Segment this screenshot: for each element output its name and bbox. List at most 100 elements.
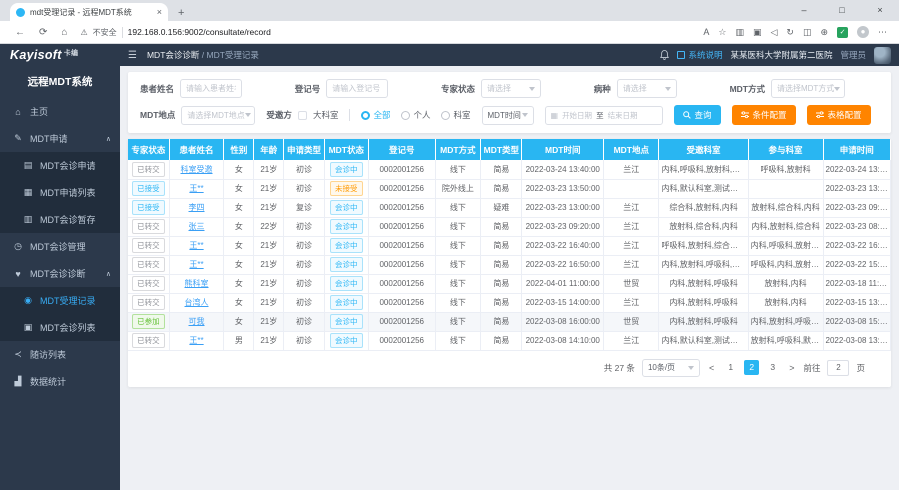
sidebar-item-MDT会诊申请[interactable]: ▤MDT会诊申请 [0, 152, 120, 179]
home-icon[interactable]: ⌂ [61, 27, 67, 38]
cast-icon[interactable]: ▣ [753, 27, 762, 38]
search-button[interactable]: 查询 [674, 105, 721, 125]
cell-mdt-time: 2022-03-23 13:00:00 [522, 198, 604, 217]
register-no-input[interactable] [332, 84, 382, 93]
patient-name-link[interactable]: 张三 [189, 222, 205, 231]
mdt-mode-select[interactable]: 请选择MDT方式 [771, 79, 845, 98]
cell-joined-depts: 放射科,呼吸科,默认科室,测... [748, 331, 823, 350]
cell-mdt-mode: 院外线上 [435, 179, 481, 198]
date-separator: 至 [596, 110, 604, 121]
cell-mdt-mode: 线下 [435, 236, 481, 255]
sidebar-item-MDT会诊管理[interactable]: ◷MDT会诊管理 [0, 233, 120, 260]
patient-name-link[interactable]: 李四 [189, 203, 205, 212]
cell-joined-depts: 放射科,综合科,内科 [748, 198, 823, 217]
cell-register-no: 0002001256 [368, 179, 435, 198]
back-icon[interactable]: ← [15, 27, 25, 38]
page-number-3[interactable]: 3 [765, 360, 780, 375]
cell-mdt-status: 会诊中 [324, 312, 368, 331]
browser-tab[interactable]: mdt受理记录 - 远程MDT系统 × [10, 3, 168, 21]
condition-config-button[interactable]: 条件配置 [732, 105, 796, 125]
column-header-apply-type: 申请类型 [284, 139, 324, 160]
calendar-icon: ▦ [551, 111, 559, 120]
patient-name-link[interactable]: 王** [189, 241, 203, 250]
sidebar-item-label: 随访列表 [30, 348, 66, 361]
patient-name-link[interactable]: 王** [189, 184, 203, 193]
date-range-picker[interactable]: ▦ 开始日期 至 结束日期 [545, 106, 663, 125]
sidebar-item-主页[interactable]: ⌂主页 [0, 98, 120, 125]
cell-expert-status: 已接受 [128, 179, 169, 198]
zoom-text-icon[interactable]: A [703, 27, 709, 37]
cell-expert-status: 已转交 [128, 217, 169, 236]
status-badge: 已接受 [132, 200, 165, 215]
sidebar-item-MDT申请[interactable]: ✎MDT申请∧ [0, 125, 120, 152]
patient-name-link[interactable]: 王** [189, 336, 203, 345]
sync-icon[interactable]: ↻ [786, 27, 794, 38]
cell-mdt-place: 世贸 [604, 274, 659, 293]
close-button[interactable]: × [861, 0, 899, 21]
cell-joined-depts: 内科,放射科,综合科 [748, 217, 823, 236]
sidebar-item-label: MDT会诊暂存 [40, 213, 96, 226]
profile-icon[interactable]: ● [857, 26, 869, 38]
refresh-icon[interactable]: ⟳ [39, 27, 47, 38]
expert-status-select[interactable]: 请选择 [481, 79, 541, 98]
goto-page-input[interactable] [827, 360, 849, 376]
cell-invited-depts: 内科,放射科,呼吸科 [659, 293, 748, 312]
split-view-icon[interactable]: ◫ [803, 27, 812, 38]
more-menu-icon[interactable]: ⋯ [878, 27, 887, 38]
status-badge: 会诊中 [330, 295, 363, 310]
column-header-gender: 性别 [224, 139, 254, 160]
adblock-icon[interactable]: ✓ [837, 27, 848, 38]
sidebar-item-数据统计[interactable]: ▟数据统计 [0, 368, 120, 395]
patient-name-link[interactable]: 王** [189, 260, 203, 269]
time-type-select[interactable]: MDT时间 [482, 106, 534, 125]
cell-mdt-place: 兰江 [604, 198, 659, 217]
bookmark-star-icon[interactable]: ☆ [718, 27, 726, 38]
page-number-1[interactable]: 1 [723, 360, 738, 375]
radio-dept[interactable]: 科室 [441, 109, 470, 121]
sidebar-item-MDT会诊列表[interactable]: ▣MDT会诊列表 [0, 314, 120, 341]
reading-list-icon[interactable]: ▥ [735, 27, 744, 38]
column-header-apply-time: 申请时间 [823, 139, 891, 160]
prev-page-button[interactable]: < [707, 363, 716, 373]
mute-icon[interactable]: ◁ [770, 27, 777, 38]
cell-register-no: 0002001256 [368, 236, 435, 255]
translate-icon[interactable]: ⊕ [820, 27, 828, 38]
radio-all[interactable]: 全部 [361, 109, 390, 121]
tab-close-icon[interactable]: × [157, 7, 162, 17]
cell-patient-name: 科室受邀 [169, 160, 224, 179]
bell-icon[interactable] [660, 50, 669, 60]
mdt-place-select[interactable]: 请选择MDT地点 [181, 106, 255, 125]
user-avatar[interactable] [874, 47, 891, 64]
sidebar-title: 远程MDT系统 [0, 66, 120, 98]
url-zone[interactable]: ⚠ 不安全 192.168.0.156:9002/consultate/reco… [80, 27, 703, 38]
menu-toggle-icon[interactable]: ☰ [128, 50, 137, 61]
new-tab-button[interactable]: + [178, 7, 184, 19]
patient-name-link[interactable]: 科室受邀 [181, 165, 213, 174]
table-config-button[interactable]: 表格配置 [807, 105, 871, 125]
cell-apply-type: 初诊 [284, 255, 324, 274]
sidebar-item-MDT申请列表[interactable]: ▦MDT申请列表 [0, 179, 120, 206]
sidebar-item-MDT会诊暂存[interactable]: ▥MDT会诊暂存 [0, 206, 120, 233]
not-secure-label: 不安全 [93, 27, 117, 38]
sidebar-item-MDT会诊诊断[interactable]: ♥MDT会诊诊断∧ [0, 260, 120, 287]
big-dept-checkbox[interactable] [298, 111, 307, 120]
sidebar-item-随访列表[interactable]: ≺随访列表 [0, 341, 120, 368]
sidebar-item-MDT受理记录[interactable]: ◉MDT受理记录 [0, 287, 120, 314]
restore-button[interactable]: □ [823, 0, 861, 21]
cell-age: 21岁 [254, 293, 284, 312]
sidebar-item-label: MDT会诊申请 [40, 159, 96, 172]
page-number-2[interactable]: 2 [744, 360, 759, 375]
column-header-joined-depts: 参与科室 [748, 139, 823, 160]
cell-expert-status: 已转交 [128, 274, 169, 293]
patient-name-input[interactable] [186, 84, 236, 93]
patient-name-link[interactable]: 熊科室 [185, 279, 209, 288]
cell-apply-type: 初诊 [284, 293, 324, 312]
next-page-button[interactable]: > [787, 363, 796, 373]
page-size-select[interactable]: 10条/页 [642, 359, 700, 377]
minimize-button[interactable]: – [785, 0, 823, 21]
patient-name-link[interactable]: 可我 [189, 317, 205, 326]
patient-name-link[interactable]: 台湾人 [185, 298, 209, 307]
system-help-link[interactable]: 系统说明 [677, 49, 722, 61]
radio-personal[interactable]: 个人 [401, 109, 430, 121]
disease-select[interactable]: 请选择 [617, 79, 677, 98]
